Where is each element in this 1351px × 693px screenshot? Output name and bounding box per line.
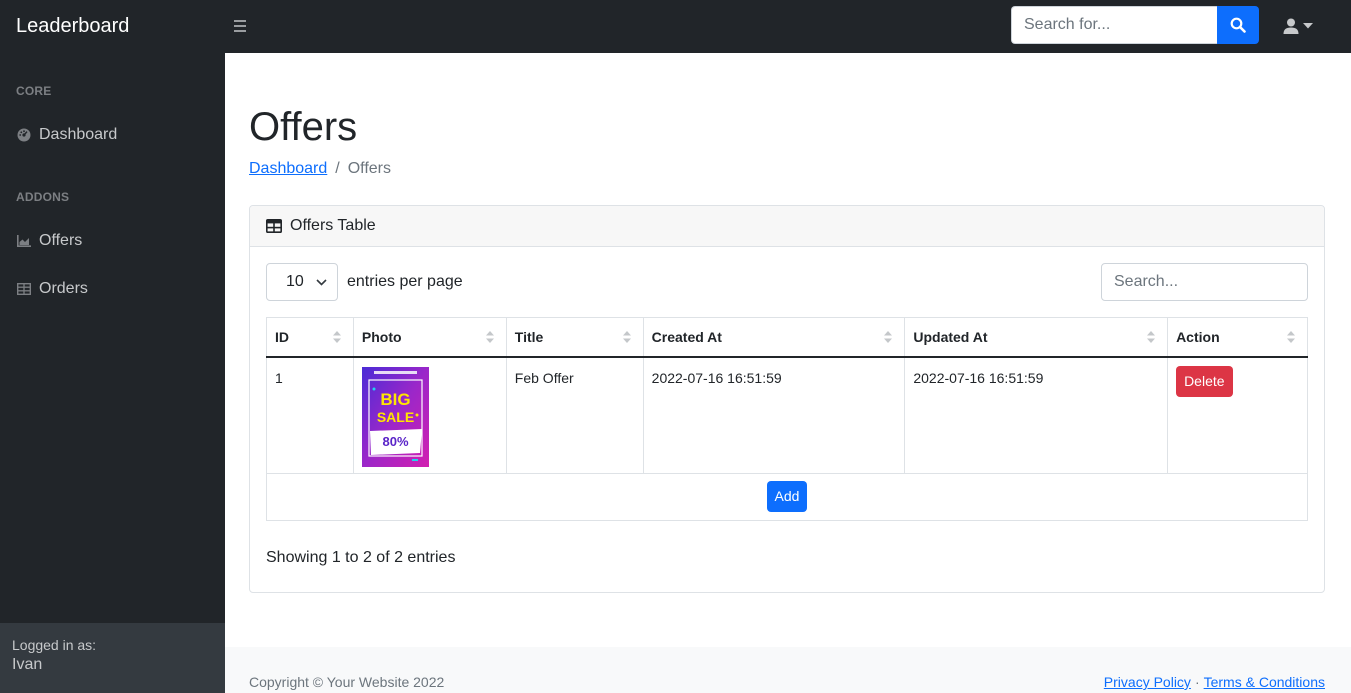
svg-text:BIG: BIG	[380, 390, 410, 409]
sort-icon	[884, 331, 893, 343]
hamburger-icon	[234, 20, 246, 22]
table-icon	[266, 219, 282, 233]
footer-link-separator: ·	[1194, 674, 1200, 690]
column-header-photo[interactable]: Photo	[352, 317, 507, 358]
top-search-input[interactable]	[1011, 6, 1217, 44]
entries-info: Showing 1 to 2 of 2 entries	[266, 549, 456, 566]
column-header-title[interactable]: Title	[505, 317, 644, 358]
copyright-text: Copyright © Your Website 2022	[249, 674, 445, 690]
sort-icon	[1147, 331, 1156, 343]
area-chart-icon	[16, 234, 31, 249]
privacy-policy-link[interactable]: Privacy Policy	[1104, 674, 1191, 690]
svg-text:80%: 80%	[382, 434, 408, 449]
card-header: Offers Table	[250, 206, 1324, 247]
sort-icon	[1287, 331, 1295, 343]
table-search-input[interactable]	[1101, 263, 1308, 301]
sidebar-item-dashboard[interactable]: Dashboard	[16, 123, 216, 147]
sort-icon	[622, 331, 631, 343]
cell-action: Delete	[1167, 356, 1308, 474]
user-menu-button[interactable]	[1283, 15, 1319, 37]
offers-table: ID Photo Title Created At Updated At Act…	[266, 317, 1308, 474]
table-row: 1 BIG SALE 80% Feb Offer 2022-07-16 16:5…	[266, 356, 1308, 474]
table-icon	[16, 282, 31, 297]
offer-photo: BIG SALE 80%	[361, 366, 429, 467]
sidebar-item-label: Dashboard	[39, 126, 118, 143]
page-title: Offers	[249, 105, 358, 149]
brand-title[interactable]: Leaderboard	[16, 14, 129, 38]
user-icon	[1283, 18, 1299, 34]
chevron-down-icon	[316, 278, 327, 286]
entries-per-page-label: entries per page	[347, 273, 463, 290]
logged-in-username: Ivan	[12, 656, 43, 673]
table-header-row: ID Photo Title Created At Updated At Act…	[266, 317, 1308, 358]
delete-button[interactable]: Delete	[1176, 365, 1233, 397]
cell-title: Feb Offer	[505, 356, 644, 474]
column-header-action[interactable]: Action	[1167, 317, 1308, 358]
main-content: Offers Dashboard / Offers Offers Table 1…	[225, 53, 1351, 647]
page-footer: Copyright © Your Website 2022 Privacy Po…	[225, 647, 1351, 693]
caret-down-icon	[1303, 23, 1313, 29]
add-button[interactable]: Add	[766, 480, 808, 512]
sidebar-item-orders[interactable]: Orders	[16, 277, 216, 301]
terms-link[interactable]: Terms & Conditions	[1204, 674, 1325, 690]
top-search-button[interactable]	[1217, 6, 1259, 44]
sidebar-item-label: Offers	[39, 232, 83, 249]
entries-per-page-value: 10	[286, 273, 304, 290]
breadcrumb-current: Offers	[347, 160, 392, 177]
entries-per-page-select[interactable]: 10	[266, 263, 338, 301]
logged-in-label: Logged in as:	[12, 637, 97, 653]
footer-links: Privacy Policy · Terms & Conditions	[1104, 674, 1325, 690]
sort-icon	[332, 331, 341, 343]
sidebar-toggle-button[interactable]	[231, 15, 249, 37]
breadcrumb-separator: /	[335, 160, 340, 177]
cell-updated-at: 2022-07-16 16:51:59	[904, 356, 1169, 474]
column-header-id[interactable]: ID	[266, 317, 354, 358]
column-header-updated-at[interactable]: Updated At	[904, 317, 1169, 358]
sidebar-item-offers[interactable]: Offers	[16, 229, 216, 253]
search-icon	[1230, 17, 1246, 33]
cell-created-at: 2022-07-16 16:51:59	[642, 356, 906, 474]
sidebar-footer: Logged in as: Ivan	[0, 623, 225, 693]
sidebar-item-label: Orders	[39, 280, 88, 297]
breadcrumb: Dashboard / Offers	[249, 160, 391, 178]
svg-text:SALE: SALE	[377, 409, 414, 425]
card-header-title: Offers Table	[290, 217, 376, 234]
sidebar-heading-core: Core	[16, 84, 52, 98]
offers-card: Offers Table 10 entries per page ID Phot…	[249, 205, 1325, 593]
sidebar-heading-addons: Addons	[16, 190, 70, 204]
top-navbar: Leaderboard	[0, 0, 1351, 53]
add-row: Add	[266, 472, 1308, 521]
sort-icon	[485, 331, 494, 343]
tachometer-icon	[16, 128, 31, 143]
cell-id: 1	[266, 356, 354, 474]
column-header-created-at[interactable]: Created At	[642, 317, 906, 358]
breadcrumb-dashboard-link[interactable]: Dashboard	[249, 160, 327, 178]
sidebar: Core Dashboard Addons Offers	[0, 53, 225, 693]
cell-photo: BIG SALE 80%	[352, 356, 507, 474]
